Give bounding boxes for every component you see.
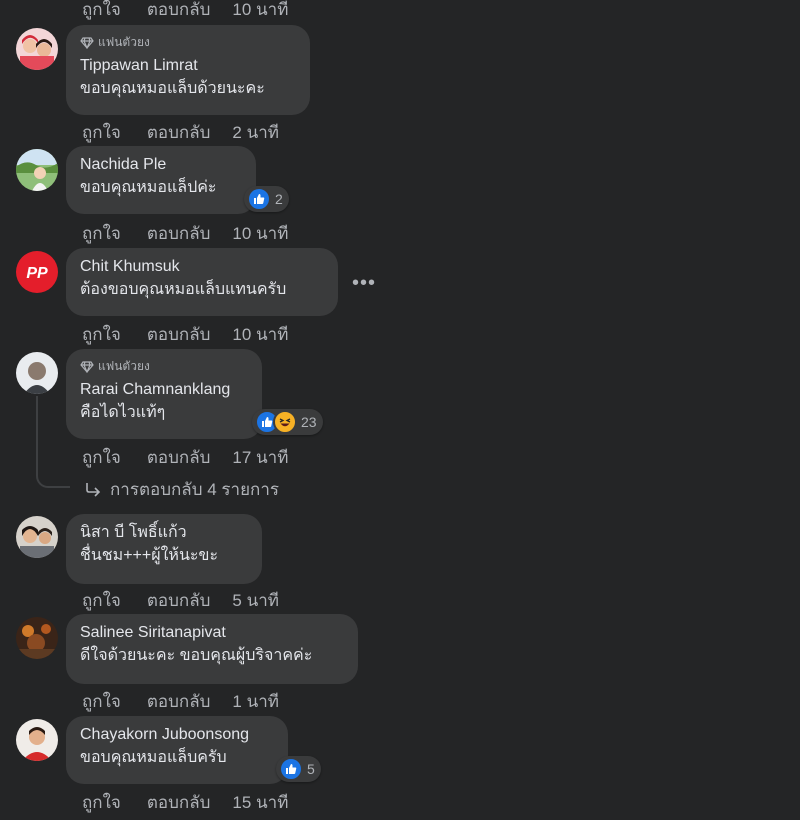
comment-actions: ถูกใจ ตอบกลับ 1 นาที	[82, 688, 279, 715]
reaction-summary[interactable]: 5	[276, 756, 321, 782]
like-link[interactable]: ถูกใจ	[82, 688, 121, 715]
comment-time[interactable]: 15 นาที	[232, 789, 288, 816]
reply-link[interactable]: ตอบกลับ	[147, 789, 211, 816]
avatar[interactable]	[16, 516, 58, 558]
comment-bubble: Chayakorn Juboonsong ขอบคุณหมอแล็บครับ	[66, 716, 288, 784]
comment-time[interactable]: 1 นาที	[232, 688, 279, 715]
reply-link[interactable]: ตอบกลับ	[147, 321, 211, 348]
comment-author[interactable]: Chayakorn Juboonsong	[80, 724, 274, 746]
thumbs-up-icon	[247, 187, 271, 211]
comment-text: คือไดไวแท้ๆ	[80, 404, 166, 421]
badge-label: แฟนตัวยง	[98, 35, 150, 49]
comment-time[interactable]: 10 นาที	[232, 220, 288, 247]
comment-time[interactable]: 2 นาที	[232, 119, 279, 146]
reply-link[interactable]: ตอบกลับ	[147, 444, 211, 471]
badge-label: แฟนตัวยง	[98, 359, 150, 373]
comment-bubble: Chit Khumsuk ต้องขอบคุณหมอแล็บแทนครับ	[66, 248, 338, 316]
comment-actions: ถูกใจ ตอบกลับ 15 นาที	[82, 789, 288, 816]
like-link[interactable]: ถูกใจ	[82, 0, 121, 23]
comment-actions: ถูกใจ ตอบกลับ 10 นาที	[82, 321, 288, 348]
avatar[interactable]	[16, 28, 58, 70]
like-link[interactable]: ถูกใจ	[82, 119, 121, 146]
comment-time[interactable]: 10 นาที	[232, 0, 288, 23]
comment-time[interactable]: 10 นาที	[232, 321, 288, 348]
diamond-icon	[80, 36, 94, 49]
reaction-count: 23	[301, 414, 317, 430]
comment-text: ต้องขอบคุณหมอแล็บแทนครับ	[80, 281, 287, 298]
reply-link[interactable]: ตอบกลับ	[147, 688, 211, 715]
like-link[interactable]: ถูกใจ	[82, 789, 121, 816]
comment-actions: ถูกใจ ตอบกลับ 17 นาที	[82, 444, 288, 471]
comment-text: ชื่นชม+++ผู้ให้นะขะ	[80, 547, 219, 564]
avatar[interactable]	[16, 617, 58, 659]
like-link[interactable]: ถูกใจ	[82, 587, 121, 614]
reaction-summary[interactable]: 2	[244, 186, 289, 212]
comment-actions: ถูกใจ ตอบกลับ 5 นาที	[82, 587, 279, 614]
reply-link[interactable]: ตอบกลับ	[147, 587, 211, 614]
avatar[interactable]	[16, 719, 58, 761]
comment-bubble: แฟนตัวยง Rarai Chamnanklang คือไดไวแท้ๆ	[66, 349, 262, 439]
comment-author[interactable]: Salinee Siritanapivat	[80, 622, 344, 644]
like-link[interactable]: ถูกใจ	[82, 220, 121, 247]
svg-text:PP: PP	[26, 265, 48, 282]
comment-text: ขอบคุณหมอแล็ปค่ะ	[80, 179, 217, 196]
comment-author[interactable]: นิสา บี โพธิ์แก้ว	[80, 522, 248, 544]
reply-link[interactable]: ตอบกลับ	[147, 220, 211, 247]
reply-arrow-icon	[86, 482, 101, 497]
reply-link[interactable]: ตอบกลับ	[147, 119, 211, 146]
top-fan-badge: แฟนตัวยง	[80, 33, 296, 52]
comment-time[interactable]: 5 นาที	[232, 587, 279, 614]
comment-actions: ถูกใจ ตอบกลับ 10 นาที	[82, 220, 288, 247]
diamond-icon	[80, 360, 94, 373]
comment-text: ขอบคุณหมอแล็บด้วยนะคะ	[80, 80, 265, 97]
haha-icon	[273, 410, 297, 434]
view-replies-link[interactable]: การตอบกลับ 4 รายการ	[84, 476, 279, 503]
comment-author[interactable]: Rarai Chamnanklang	[80, 379, 248, 401]
comment-bubble: นิสา บี โพธิ์แก้ว ชื่นชม+++ผู้ให้นะขะ	[66, 514, 262, 584]
comment-author[interactable]: Chit Khumsuk	[80, 256, 324, 278]
comment-bubble: แฟนตัวยง Tippawan Limrat ขอบคุณหมอแล็บด้…	[66, 25, 310, 115]
comment-text: ดีใจด้วยนะคะ ขอบคุณผู้บริจาคค่ะ	[80, 647, 313, 664]
comment-actions: ถูกใจ ตอบกลับ 10 นาที	[82, 0, 288, 23]
reaction-count: 5	[307, 761, 315, 777]
avatar[interactable]	[16, 149, 58, 191]
comment-bubble: Nachida Ple ขอบคุณหมอแล็ปค่ะ	[66, 146, 256, 214]
top-fan-badge: แฟนตัวยง	[80, 357, 248, 376]
reply-thread-line	[36, 396, 70, 488]
more-options-icon[interactable]: •••	[352, 272, 376, 295]
reply-link[interactable]: ตอบกลับ	[147, 0, 211, 23]
comment-author[interactable]: Nachida Ple	[80, 154, 242, 176]
comment-time[interactable]: 17 นาที	[232, 444, 288, 471]
reaction-summary[interactable]: 23	[252, 409, 323, 435]
comment-text: ขอบคุณหมอแล็บครับ	[80, 749, 227, 766]
reaction-count: 2	[275, 191, 283, 207]
like-link[interactable]: ถูกใจ	[82, 321, 121, 348]
comment-thread: ถูกใจ ตอบกลับ 10 นาที แฟนตัวยง Tippawan …	[0, 0, 800, 820]
like-link[interactable]: ถูกใจ	[82, 444, 121, 471]
view-replies-label[interactable]: การตอบกลับ 4 รายการ	[110, 476, 279, 503]
thumbs-up-icon	[279, 757, 303, 781]
comment-author[interactable]: Tippawan Limrat	[80, 55, 296, 77]
avatar[interactable]: PP	[16, 251, 58, 293]
comment-bubble: Salinee Siritanapivat ดีใจด้วยนะคะ ขอบคุ…	[66, 614, 358, 684]
avatar[interactable]	[16, 352, 58, 394]
comment-actions: ถูกใจ ตอบกลับ 2 นาที	[82, 119, 279, 146]
